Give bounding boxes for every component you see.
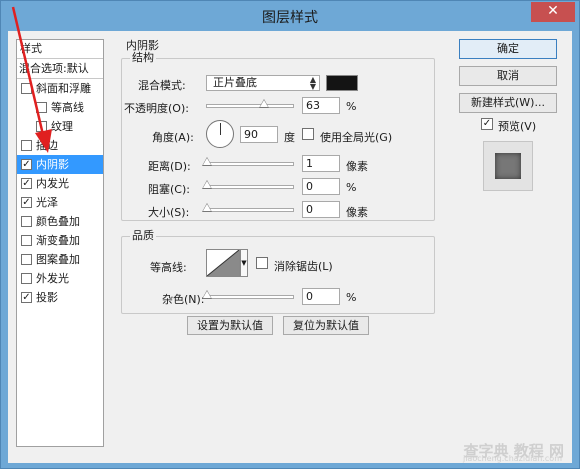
angle-unit: 度 <box>284 131 295 144</box>
noise-unit: % <box>346 291 357 304</box>
watermark-url: jiaocheng.chazidian.com <box>462 454 562 463</box>
noise-label: 杂色(N): <box>162 293 205 306</box>
style-checkbox[interactable]: ✓ <box>21 292 32 303</box>
style-list-item[interactable]: ✓ 投影 <box>17 288 103 307</box>
noise-input[interactable]: 0 <box>302 288 340 305</box>
red-arrow-annotation <box>11 6 52 153</box>
set-default-button[interactable]: 设置为默认值 <box>187 316 273 335</box>
style-list-item-label: 渐变叠加 <box>36 234 80 247</box>
contour-dropdown-button[interactable]: ▼ <box>240 249 248 277</box>
opacity-label: 不透明度(O): <box>124 102 189 115</box>
structure-title: 结构 <box>130 51 156 64</box>
layer-style-dialog: 图层样式 ✕ 样式 混合选项:默认 斜面和浮雕等高线纹理描边✓内阴影✓内发光✓光… <box>0 0 580 469</box>
style-checkbox[interactable] <box>21 273 32 284</box>
style-preview-thumbnail <box>483 141 533 191</box>
distance-slider-thumb[interactable] <box>202 157 212 166</box>
choke-slider[interactable] <box>202 180 294 189</box>
title-bar[interactable]: 图层样式 ✕ <box>1 1 579 31</box>
preview-checkbox[interactable]: ✓ <box>481 118 493 130</box>
style-checkbox[interactable]: ✓ <box>21 197 32 208</box>
close-button[interactable]: ✕ <box>531 2 575 22</box>
anti-alias-label: 消除锯齿(L) <box>274 260 333 273</box>
choke-slider-thumb[interactable] <box>202 180 212 189</box>
distance-input[interactable]: 1 <box>302 155 340 172</box>
size-input[interactable]: 0 <box>302 201 340 218</box>
quality-title: 品质 <box>130 229 156 242</box>
style-list-item-label: 图案叠加 <box>36 253 80 266</box>
style-list-item[interactable]: 渐变叠加 <box>17 231 103 250</box>
shadow-color-swatch[interactable] <box>326 75 358 91</box>
distance-unit: 像素 <box>346 160 368 173</box>
angle-indicator <box>220 123 221 135</box>
blend-mode-select[interactable]: 正片叠底 ▲ ▼ <box>206 75 320 91</box>
new-style-button[interactable]: 新建样式(W)... <box>459 93 557 113</box>
ok-button[interactable]: 确定 <box>459 39 557 59</box>
choke-unit: % <box>346 181 357 194</box>
blend-mode-label: 混合模式: <box>138 79 186 92</box>
noise-slider-thumb[interactable] <box>202 290 212 299</box>
choke-label: 阻塞(C): <box>148 183 190 196</box>
global-light-checkbox[interactable] <box>302 128 314 140</box>
global-light-label: 使用全局光(G) <box>320 131 393 144</box>
angle-dial[interactable] <box>206 120 234 148</box>
style-list-item[interactable]: 图案叠加 <box>17 250 103 269</box>
spin-arrows-icon: ▲ ▼ <box>309 75 316 91</box>
window-title: 图层样式 <box>262 10 318 26</box>
style-checkbox[interactable] <box>21 216 32 227</box>
opacity-input[interactable]: 63 <box>302 97 340 114</box>
choke-input[interactable]: 0 <box>302 178 340 195</box>
style-checkbox[interactable] <box>21 254 32 265</box>
contour-preview[interactable] <box>206 249 240 277</box>
style-list-item[interactable]: 颜色叠加 <box>17 212 103 231</box>
contour-label: 等高线: <box>150 261 187 274</box>
angle-label: 角度(A): <box>152 131 194 144</box>
structure-group: 结构 混合模式: 正片叠底 ▲ ▼ 不透明度(O): 63 % 角度(A): 90… <box>121 52 435 221</box>
preview-label: 预览(V) <box>498 120 537 133</box>
cancel-button[interactable]: 取消 <box>459 66 557 86</box>
size-label: 大小(S): <box>148 206 190 219</box>
opacity-unit: % <box>346 100 357 113</box>
dialog-body: 样式 混合选项:默认 斜面和浮雕等高线纹理描边✓内阴影✓内发光✓光泽颜色叠加渐变… <box>8 31 572 463</box>
noise-slider[interactable] <box>202 290 294 299</box>
style-list-item-label: 光泽 <box>36 196 58 209</box>
size-slider[interactable] <box>202 203 294 212</box>
style-list-item-label: 外发光 <box>36 272 69 285</box>
anti-alias-checkbox[interactable] <box>256 257 268 269</box>
size-slider-thumb[interactable] <box>202 203 212 212</box>
preview-square <box>495 153 521 179</box>
style-list-item[interactable]: 外发光 <box>17 269 103 288</box>
quality-group: 品质 等高线: ▼ 消除锯齿(L) 杂色(N): 0 % <box>121 230 435 314</box>
reset-default-button[interactable]: 复位为默认值 <box>283 316 369 335</box>
size-unit: 像素 <box>346 206 368 219</box>
angle-input[interactable]: 90 <box>240 126 278 143</box>
style-checkbox[interactable] <box>21 235 32 246</box>
blend-mode-value: 正片叠底 <box>213 76 257 89</box>
style-list-item-label: 投影 <box>36 291 58 304</box>
linear-contour-icon <box>206 249 240 277</box>
opacity-slider-thumb[interactable] <box>259 99 269 108</box>
style-list-item-label: 颜色叠加 <box>36 215 80 228</box>
distance-slider[interactable] <box>202 157 294 166</box>
style-list-item[interactable]: ✓ 光泽 <box>17 193 103 212</box>
distance-label: 距离(D): <box>148 160 191 173</box>
opacity-slider[interactable] <box>206 99 294 108</box>
